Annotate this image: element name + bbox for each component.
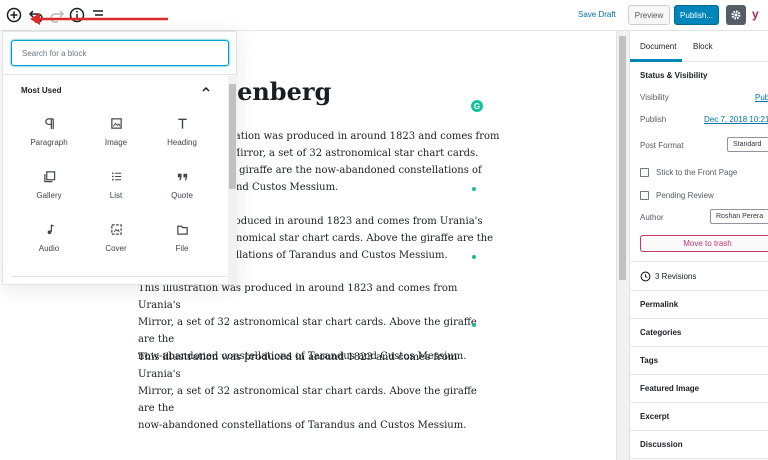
audio-icon [15, 218, 83, 240]
divider [630, 261, 768, 262]
settings-button[interactable] [726, 5, 746, 25]
quote-icon [148, 165, 216, 187]
panel-excerpt[interactable]: Excerpt [640, 412, 669, 421]
grammarly-icon[interactable]: G [471, 100, 483, 112]
cover-icon [82, 218, 150, 240]
sticky-checkbox[interactable] [640, 168, 649, 177]
add-block-icon[interactable] [5, 6, 23, 24]
status-visibility-title[interactable]: Status & Visibility [640, 71, 707, 80]
save-draft-button[interactable]: Save Draft [578, 10, 616, 19]
block-label: Audio [38, 244, 60, 253]
inserter-scrollbar-thumb[interactable] [229, 84, 236, 189]
gallery-icon [15, 165, 83, 187]
editor-scrollbar-thumb[interactable] [619, 36, 626, 280]
block-inserter-popover: Most Used Paragraph Image Heading Galler… [2, 31, 237, 285]
revisions-icon [640, 271, 651, 282]
divider [3, 74, 236, 75]
block-audio[interactable]: Audio [15, 218, 83, 268]
sidebar-tabs: Document Block [630, 31, 768, 62]
divider [11, 276, 227, 277]
block-paragraph[interactable]: Paragraph [15, 112, 83, 162]
panel-discussion[interactable]: Discussion [640, 440, 683, 449]
paragraph-line: This illustration was produced in around… [138, 283, 458, 311]
paragraph-line: onomical star chart cards. Above the gir… [230, 233, 494, 244]
divider [630, 458, 768, 459]
panel-tags[interactable]: Tags [640, 356, 658, 365]
grammarly-marker [472, 323, 476, 327]
author-select[interactable]: Roshan Perera [710, 209, 768, 224]
tab-block[interactable]: Block [693, 42, 713, 51]
block-list[interactable]: List [82, 165, 150, 215]
visibility-label: Visibility [640, 93, 669, 102]
paragraph-line: and Custos Messium. [230, 182, 339, 193]
yoast-icon[interactable]: y [752, 7, 766, 23]
grammarly-marker [472, 255, 476, 259]
block-label: Heading [167, 138, 197, 147]
image-icon [82, 112, 150, 134]
sticky-label: Stick to the Front Page [656, 168, 738, 177]
visibility-link[interactable]: Publ [755, 93, 768, 102]
block-label: Image [104, 138, 128, 147]
divider [630, 290, 768, 291]
block-label: Quote [171, 191, 193, 200]
block-image[interactable]: Image [82, 112, 150, 162]
divider [630, 430, 768, 431]
chevron-up-icon[interactable] [201, 84, 211, 94]
editor-header: Save Draft Preview Publish... y [0, 0, 768, 31]
paragraph-icon [15, 112, 83, 134]
gear-icon [731, 10, 741, 20]
paragraph-block-4[interactable]: This illustration was produced in around… [138, 349, 478, 434]
paragraph-block-1[interactable]: ration was produced in around 1823 and c… [230, 128, 570, 196]
active-tab-indicator [630, 59, 682, 62]
tab-document[interactable]: Document [640, 42, 676, 51]
block-search-input[interactable] [11, 40, 229, 66]
paragraph-line: ration was produced in around 1823 and c… [230, 131, 500, 142]
panel-permalink[interactable]: Permalink [640, 300, 678, 309]
divider [630, 346, 768, 347]
divider [630, 318, 768, 319]
file-icon [148, 218, 216, 240]
block-file[interactable]: File [148, 218, 216, 268]
pending-review-label: Pending Review [656, 191, 714, 200]
paragraph-line: Mirror, a set of 32 astronomical star ch… [230, 148, 479, 159]
publish-date-link[interactable]: Dec 7, 2018 10:21 a [704, 115, 768, 124]
block-label: Paragraph [30, 138, 68, 147]
paragraph-line: roduced in around 1823 and comes from Ur… [230, 216, 483, 227]
author-label: Author [640, 213, 664, 222]
panel-featured-image[interactable]: Featured Image [640, 384, 699, 393]
post-title[interactable]: tenberg [226, 77, 331, 106]
paragraph-block-2[interactable]: roduced in around 1823 and comes from Ur… [230, 213, 570, 264]
block-label: Gallery [36, 191, 62, 200]
pending-review-checkbox[interactable] [640, 191, 649, 200]
post-format-label: Post Format [640, 141, 684, 150]
paragraph-line: This illustration was produced in around… [138, 352, 458, 380]
preview-button[interactable]: Preview [628, 5, 670, 25]
paragraph-line: Mirror, a set of 32 astronomical star ch… [138, 386, 477, 414]
publish-button[interactable]: Publish... [674, 5, 719, 25]
paragraph-line: Mirror, a set of 32 astronomical star ch… [138, 317, 477, 345]
block-heading[interactable]: Heading [148, 112, 216, 162]
block-label: List [109, 191, 123, 200]
list-icon [82, 165, 150, 187]
revisions-link[interactable]: 3 Revisions [655, 272, 696, 281]
block-cover[interactable]: Cover [82, 218, 150, 268]
annotation-arrow [30, 13, 168, 25]
block-label: Cover [105, 244, 127, 253]
block-quote[interactable]: Quote [148, 165, 216, 215]
heading-icon [148, 112, 216, 134]
settings-sidebar: Document Block Status & Visibility Visib… [629, 31, 768, 460]
paragraph-line: e giraffe are the now-abandoned constell… [230, 165, 482, 176]
block-label: File [175, 244, 189, 253]
publish-label: Publish [640, 115, 667, 124]
divider [630, 374, 768, 375]
post-format-select[interactable]: Standard [727, 137, 768, 152]
move-to-trash-button[interactable]: Move to trash [640, 235, 768, 252]
block-gallery[interactable]: Gallery [15, 165, 83, 215]
paragraph-line: now-abandoned constellations of Tarandus… [138, 420, 467, 431]
most-used-heading[interactable]: Most Used [21, 86, 61, 95]
paragraph-line: ellations of Tarandus and Custos Messium… [230, 250, 448, 261]
divider [630, 402, 768, 403]
panel-categories[interactable]: Categories [640, 328, 681, 337]
grammarly-marker [472, 187, 476, 191]
